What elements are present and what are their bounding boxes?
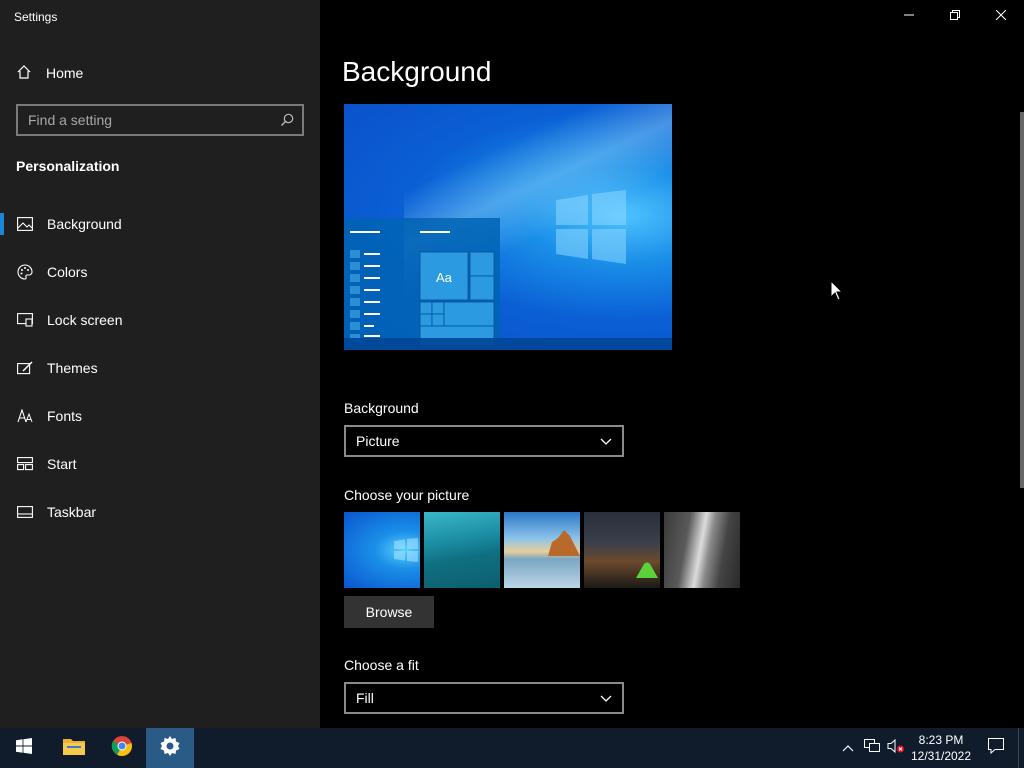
sidebar-item-themes[interactable]: Themes: [0, 344, 320, 392]
chevron-up-icon: [842, 739, 854, 757]
notification-icon: [988, 737, 1004, 759]
nav-list: Background Colors Lock screen Themes Fon…: [0, 200, 320, 536]
home-label: Home: [46, 65, 84, 81]
sidebar-item-colors[interactable]: Colors: [0, 248, 320, 296]
choose-picture-label: Choose your picture: [344, 487, 470, 503]
taskbar-icon: [16, 504, 33, 521]
chevron-down-icon: [600, 690, 612, 706]
windows-logo-icon: [556, 190, 626, 264]
sidebar-item-label: Colors: [47, 264, 88, 280]
sidebar-item-background[interactable]: Background: [0, 200, 320, 248]
search-input[interactable]: [18, 106, 272, 134]
network-icon: [864, 738, 880, 758]
network-button[interactable]: [860, 728, 884, 768]
sidebar-item-label: Start: [47, 456, 77, 472]
home-nav-item[interactable]: Home: [16, 60, 83, 86]
search-icon[interactable]: [272, 106, 302, 134]
palette-icon: [16, 264, 33, 281]
settings-taskbar-button[interactable]: [146, 728, 194, 768]
chrome-icon: [111, 735, 133, 762]
sidebar-item-label: Background: [47, 216, 122, 232]
picture-icon: [16, 216, 33, 233]
preview-sample-text: Aa: [436, 270, 452, 285]
fonts-icon: [16, 408, 33, 425]
gear-icon: [160, 735, 180, 761]
sidebar-item-label: Taskbar: [47, 504, 97, 520]
start-icon: [16, 456, 33, 473]
app-title: Settings: [14, 10, 58, 24]
sidebar-item-label: Themes: [47, 360, 98, 376]
sidebar: Settings Home Personalization Background…: [0, 0, 320, 728]
window-controls: [886, 0, 1024, 32]
taskbar-clock[interactable]: 8:23 PM 12/31/2022: [908, 732, 974, 764]
fit-dropdown-value: Fill: [356, 690, 374, 706]
restore-button[interactable]: [932, 0, 978, 32]
sidebar-item-taskbar[interactable]: Taskbar: [0, 488, 320, 536]
search-box[interactable]: [16, 104, 304, 136]
sidebar-item-start[interactable]: Start: [0, 440, 320, 488]
picture-thumbnail-beach[interactable]: [504, 512, 580, 588]
clock-date: 12/31/2022: [910, 749, 972, 763]
minimize-icon: [904, 7, 914, 25]
volume-muted-icon: [887, 738, 905, 758]
sidebar-item-fonts[interactable]: Fonts: [0, 392, 320, 440]
chrome-button[interactable]: [98, 728, 146, 768]
system-tray: 8:23 PM 12/31/2022: [836, 728, 1024, 768]
main-content: Background Aa Background Picture Choose …: [320, 0, 1024, 728]
background-dropdown[interactable]: Picture: [344, 425, 624, 457]
show-hidden-icons-button[interactable]: [836, 728, 860, 768]
sidebar-item-lock-screen[interactable]: Lock screen: [0, 296, 320, 344]
volume-button[interactable]: [884, 728, 908, 768]
picture-thumbnail-windows[interactable]: [344, 512, 420, 588]
themes-icon: [16, 360, 33, 377]
preview-start-menu: Aa: [344, 218, 500, 350]
browse-button[interactable]: Browse: [344, 596, 434, 628]
close-icon: [995, 7, 1007, 25]
show-desktop-button[interactable]: [1018, 728, 1024, 768]
mouse-cursor-icon: [830, 279, 844, 307]
action-center-button[interactable]: [974, 728, 1018, 768]
background-preview: Aa: [344, 104, 672, 350]
page-title: Background: [342, 56, 492, 87]
sidebar-item-label: Fonts: [47, 408, 83, 424]
minimize-button[interactable]: [886, 0, 932, 32]
folder-icon: [63, 737, 85, 760]
preview-taskbar: [344, 338, 672, 350]
restore-icon: [950, 7, 960, 25]
chevron-down-icon: [600, 433, 612, 449]
sidebar-item-label: Lock screen: [47, 312, 123, 328]
scrollbar[interactable]: [1020, 112, 1024, 488]
fit-dropdown[interactable]: Fill: [344, 682, 624, 714]
fit-label: Choose a fit: [344, 657, 419, 673]
windows-start-icon: [16, 737, 32, 759]
picture-thumbnails: [344, 512, 740, 588]
close-button[interactable]: [978, 0, 1024, 32]
lock-screen-icon: [16, 312, 33, 329]
picture-thumbnail-night-sky[interactable]: [584, 512, 660, 588]
home-icon: [16, 64, 32, 83]
clock-time: 8:23 PM: [918, 733, 964, 747]
picture-thumbnail-underwater[interactable]: [424, 512, 500, 588]
picture-thumbnail-waterfall[interactable]: [664, 512, 740, 588]
taskbar: 8:23 PM 12/31/2022: [0, 728, 1024, 768]
section-title: Personalization: [16, 158, 120, 174]
background-dropdown-value: Picture: [356, 433, 400, 449]
file-explorer-button[interactable]: [50, 728, 98, 768]
background-label: Background: [344, 400, 419, 416]
start-button[interactable]: [0, 728, 48, 768]
